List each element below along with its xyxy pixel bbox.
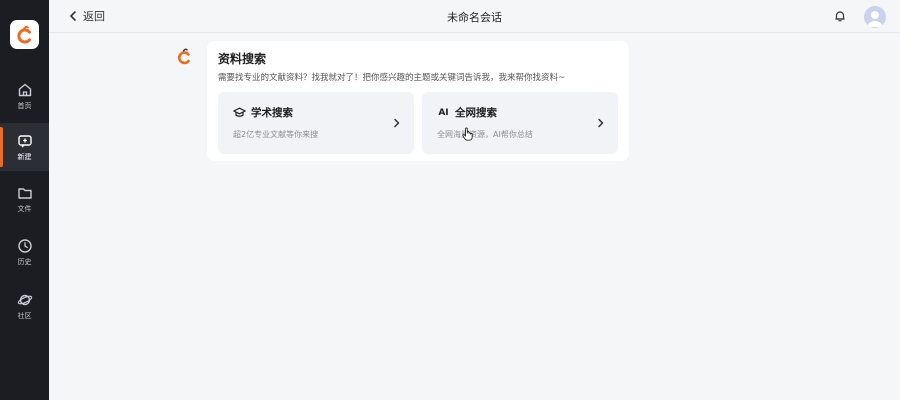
chevron-right-icon xyxy=(394,118,400,128)
sidebar-item-history[interactable]: 历史 xyxy=(0,228,49,276)
sidebar-item-files[interactable]: 文件 xyxy=(0,175,49,223)
bell-icon[interactable] xyxy=(833,9,847,23)
new-chat-icon xyxy=(17,134,32,147)
header: 返回 未命名会话 xyxy=(49,0,900,33)
sidebar-item-new[interactable]: 新建 xyxy=(0,123,49,171)
option-subtitle: 全网海量资源，AI帮你总结 xyxy=(437,130,533,139)
clock-icon xyxy=(17,238,32,253)
resource-search-card: 资料搜索 需要找专业的文献资料？找我就对了！把你感兴趣的主题或关键词告诉我，我来… xyxy=(207,41,629,161)
assistant-avatar xyxy=(174,46,194,66)
user-icon xyxy=(867,11,883,27)
option-title-text: 学术搜索 xyxy=(251,107,293,119)
chevron-right-icon xyxy=(598,118,604,128)
hand-cursor-icon xyxy=(462,127,473,141)
option-title: 学术搜索 xyxy=(233,105,293,120)
sidebar: 首页 新建 文件 历史 社区 xyxy=(0,0,49,400)
sidebar-item-label: 历史 xyxy=(17,257,32,266)
option-subtitle: 超2亿专业文献等你来搜 xyxy=(233,130,319,139)
app-logo[interactable] xyxy=(10,20,39,49)
planet-icon xyxy=(17,294,32,305)
logo-icon xyxy=(16,25,31,43)
ai-icon: AI xyxy=(438,107,449,118)
option-title: AI 全网搜索 xyxy=(437,105,497,120)
sidebar-item-community[interactable]: 社区 xyxy=(0,282,49,330)
card-title: 资料搜索 xyxy=(218,52,267,66)
home-icon xyxy=(18,83,31,96)
graduation-cap-icon xyxy=(233,107,246,119)
sidebar-item-label: 新建 xyxy=(17,152,32,161)
assistant-logo-icon xyxy=(177,48,190,65)
card-description: 需要找专业的文献资料？找我就对了！把你感兴趣的主题或关键词告诉我，我来帮你找资料… xyxy=(218,73,566,83)
sidebar-item-home[interactable]: 首页 xyxy=(0,72,49,120)
sidebar-item-label: 文件 xyxy=(17,204,32,213)
sidebar-item-label: 首页 xyxy=(17,101,32,110)
academic-search-option[interactable]: 学术搜索 超2亿专业文献等你来搜 xyxy=(218,92,414,154)
sidebar-item-label: 社区 xyxy=(17,311,32,320)
option-title-text: 全网搜索 xyxy=(455,107,497,119)
web-search-option[interactable]: AI 全网搜索 全网海量资源，AI帮你总结 xyxy=(422,92,618,154)
avatar[interactable] xyxy=(864,6,886,28)
page-title: 未命名会话 xyxy=(447,11,502,24)
folder-icon xyxy=(17,187,32,199)
